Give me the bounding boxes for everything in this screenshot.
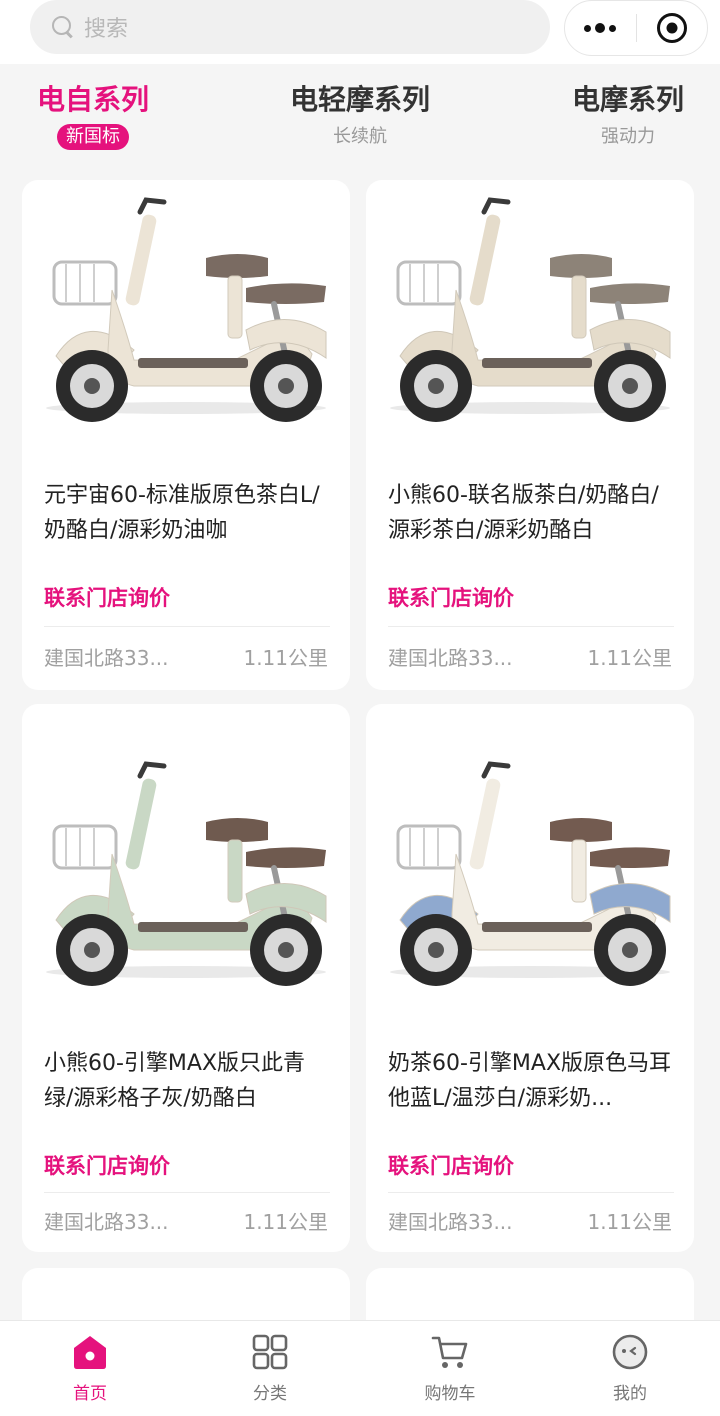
tab-title: 电轻摩系列 [289, 83, 430, 116]
product-image [386, 744, 674, 1014]
card-divider [388, 626, 674, 627]
search-placeholder: 搜索 [84, 17, 129, 42]
nav-profile[interactable]: 我的 [540, 1321, 720, 1416]
tab-subtitle: 强动力 [601, 126, 655, 147]
target-icon [656, 13, 687, 43]
profile-icon [611, 1333, 649, 1371]
tab-moto-series[interactable]: 电摩系列 强动力 [570, 80, 686, 150]
tab-title: 电自系列 [36, 83, 149, 116]
product-card-partial[interactable] [366, 1268, 694, 1320]
product-card[interactable]: 元宇宙60-标准版原色茶白L/奶酪白/源彩奶油咖 联系门店询价 建国北路33..… [22, 180, 350, 690]
product-image [42, 744, 330, 1014]
product-image [42, 180, 330, 450]
nav-home[interactable]: 首页 [0, 1321, 180, 1416]
more-dots-icon [584, 23, 617, 33]
product-price[interactable]: 联系门店询价 [388, 582, 514, 612]
close-button[interactable] [637, 0, 708, 56]
product-price[interactable]: 联系门店询价 [44, 1150, 170, 1180]
home-icon [71, 1333, 109, 1371]
search-icon [52, 16, 74, 38]
card-divider [44, 1192, 330, 1193]
mini-program-capsule [564, 0, 708, 56]
tab-light-moto-series[interactable]: 电轻摩系列 长续航 [288, 80, 432, 150]
product-card-partial[interactable] [22, 1268, 350, 1320]
product-title: 小熊60-引擎MAX版只此青绿/源彩格子灰/奶酪白 [44, 1051, 306, 1111]
store-distance: 1.11公里 [243, 1210, 328, 1234]
card-divider [44, 626, 330, 627]
product-grid: 元宇宙60-标准版原色茶白L/奶酪白/源彩奶油咖 联系门店询价 建国北路33..… [0, 180, 720, 1320]
nav-category[interactable]: 分类 [180, 1321, 360, 1416]
more-button[interactable] [565, 0, 636, 56]
nav-label: 分类 [253, 1384, 287, 1404]
cart-icon [431, 1333, 469, 1371]
grid-icon [251, 1333, 289, 1371]
product-card[interactable]: 小熊60-引擎MAX版只此青绿/源彩格子灰/奶酪白 联系门店询价 建国北路33.… [22, 704, 350, 1252]
top-bar: 搜索 [0, 0, 720, 64]
store-distance: 1.11公里 [587, 1210, 672, 1234]
product-image [386, 180, 674, 450]
tab-subtitle-badge: 新国标 [57, 124, 129, 150]
store-address: 建国北路33... [388, 1210, 513, 1234]
product-price[interactable]: 联系门店询价 [388, 1150, 514, 1180]
product-card[interactable]: 奶茶60-引擎MAX版原色马耳他蓝L/温莎白/源彩奶... 联系门店询价 建国北… [366, 704, 694, 1252]
product-title: 奶茶60-引擎MAX版原色马耳他蓝L/温莎白/源彩奶... [388, 1051, 672, 1111]
tab-e-bike-series[interactable]: 电自系列 新国标 [36, 80, 150, 150]
bottom-nav: 首页 分类 购物车 我的 [0, 1320, 720, 1416]
store-distance: 1.11公里 [587, 646, 672, 670]
card-divider [388, 1192, 674, 1193]
nav-label: 我的 [613, 1384, 647, 1404]
nav-cart[interactable]: 购物车 [360, 1321, 540, 1416]
tab-title: 电摩系列 [571, 83, 684, 116]
nav-label: 首页 [73, 1384, 107, 1404]
tab-subtitle: 长续航 [333, 126, 387, 147]
product-price[interactable]: 联系门店询价 [44, 582, 170, 612]
product-card[interactable]: 小熊60-联名版茶白/奶酪白/源彩茶白/源彩奶酪白 联系门店询价 建国北路33.… [366, 180, 694, 690]
product-title: 小熊60-联名版茶白/奶酪白/源彩茶白/源彩奶酪白 [388, 483, 659, 543]
store-address: 建国北路33... [44, 646, 169, 670]
store-address: 建国北路33... [44, 1210, 169, 1234]
store-address: 建国北路33... [388, 646, 513, 670]
store-distance: 1.11公里 [243, 646, 328, 670]
product-title: 元宇宙60-标准版原色茶白L/奶酪白/源彩奶油咖 [44, 483, 320, 543]
category-tabs: 电自系列 新国标 电轻摩系列 长续航 电摩系列 强动力 [0, 80, 720, 160]
nav-label: 购物车 [424, 1384, 476, 1404]
search-bar[interactable]: 搜索 [30, 0, 550, 54]
